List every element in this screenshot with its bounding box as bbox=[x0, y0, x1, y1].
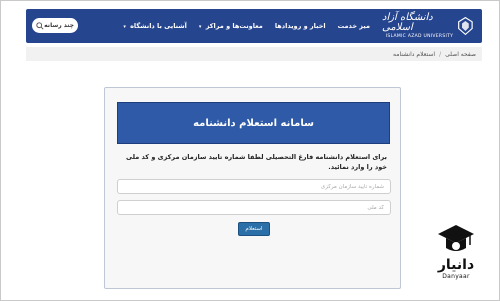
main-menu: آشنایی با دانشگاه ▾ معاونت‌ها و مراکز ▾ … bbox=[123, 9, 370, 43]
panel-header: سامانه استعلام دانشنامه bbox=[117, 102, 390, 144]
university-logo[interactable]: دانشگاه آزاد اسلامی ISLAMIC AZAD UNIVERS… bbox=[382, 11, 474, 41]
menu-item-label: میز خدمت bbox=[337, 22, 370, 30]
multimedia-search[interactable]: چند رسانه bbox=[32, 18, 78, 33]
university-emblem-icon bbox=[458, 16, 473, 36]
logo-text: دانشگاه آزاد اسلامی ISLAMIC AZAD UNIVERS… bbox=[382, 11, 454, 40]
chevron-down-icon: ▾ bbox=[123, 24, 126, 30]
menu-item-label: اخبار و رویدادها bbox=[274, 22, 326, 30]
menu-item-label: آشنایی با دانشگاه bbox=[130, 22, 187, 30]
logo-name: دانشگاه آزاد اسلامی bbox=[382, 11, 433, 33]
breadcrumb-home[interactable]: صفحه اصلی bbox=[445, 51, 476, 58]
danyaar-watermark: دانیار Danyaar bbox=[421, 223, 491, 295]
menu-item-departments[interactable]: معاونت‌ها و مراکز ▾ bbox=[199, 22, 263, 30]
inquiry-panel: سامانه استعلام دانشنامه برای استعلام دان… bbox=[104, 87, 401, 289]
menu-item-about[interactable]: آشنایی با دانشگاه ▾ bbox=[123, 22, 187, 30]
watermark-english: Danyaar bbox=[442, 273, 470, 280]
page-frame: دانشگاه آزاد اسلامی ISLAMIC AZAD UNIVERS… bbox=[0, 0, 500, 301]
multimedia-label: چند رسانه bbox=[44, 22, 74, 29]
panel-title: سامانه استعلام دانشنامه bbox=[193, 117, 314, 129]
top-navbar: دانشگاه آزاد اسلامی ISLAMIC AZAD UNIVERS… bbox=[26, 9, 482, 43]
logo-english-name: ISLAMIC AZAD UNIVERSITY bbox=[385, 33, 454, 39]
breadcrumb: صفحه اصلی / استعلام دانشنامه bbox=[26, 47, 482, 61]
menu-item-label: معاونت‌ها و مراکز bbox=[205, 22, 263, 30]
instruction-text: برای استعلام دانشنامه فارغ التحصیلی لطفا… bbox=[126, 153, 387, 171]
menu-item-news[interactable]: اخبار و رویدادها bbox=[275, 22, 326, 30]
breadcrumb-separator: / bbox=[439, 50, 442, 58]
confirmation-number-input[interactable] bbox=[117, 179, 391, 194]
inquiry-submit-button[interactable]: استعلام bbox=[238, 222, 270, 236]
watermark-name: دانیار bbox=[437, 257, 475, 273]
national-code-input[interactable] bbox=[117, 200, 391, 215]
graduation-cap-icon bbox=[438, 225, 474, 251]
search-icon[interactable] bbox=[36, 21, 44, 30]
chevron-down-icon: ▾ bbox=[198, 24, 202, 30]
menu-item-service-desk[interactable]: میز خدمت bbox=[338, 22, 370, 30]
breadcrumb-current: استعلام دانشنامه bbox=[393, 50, 436, 58]
